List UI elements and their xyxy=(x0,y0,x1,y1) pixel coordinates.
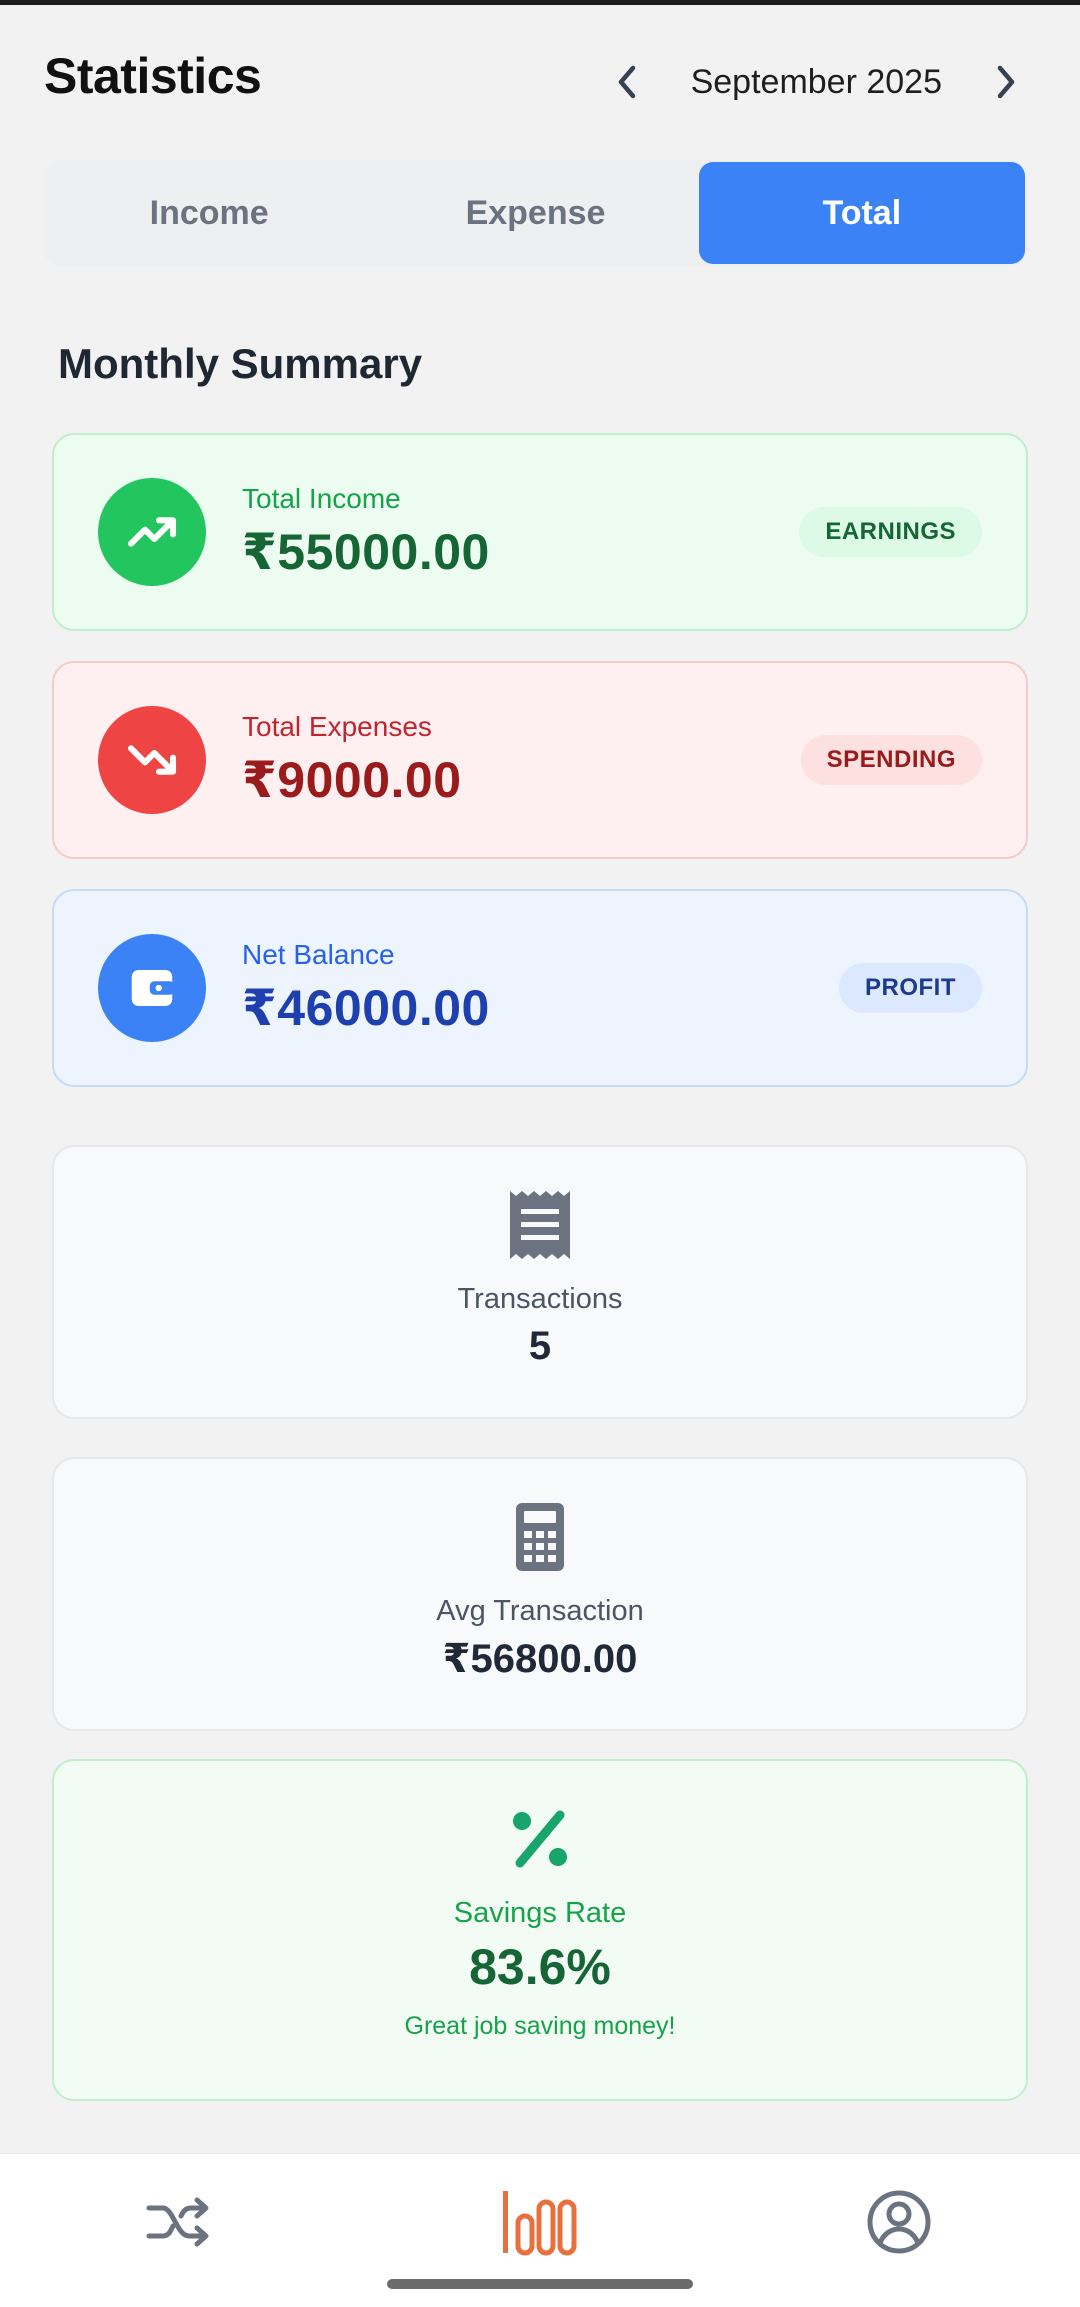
percent-icon xyxy=(513,1810,567,1868)
income-amount: ₹55000.00 xyxy=(242,524,490,580)
section-title: Monthly Summary xyxy=(58,340,423,387)
total-expenses-card: Total Expenses ₹9000.00 SPENDING xyxy=(52,661,1028,859)
balance-icon-circle xyxy=(98,934,206,1042)
income-texts: Total Income ₹55000.00 xyxy=(242,483,799,581)
prev-month-button[interactable] xyxy=(597,52,657,112)
profit-badge: PROFIT xyxy=(839,963,982,1013)
tab-total[interactable]: Total xyxy=(698,162,1025,264)
balance-texts: Net Balance ₹46000.00 xyxy=(242,939,839,1037)
savings-rate-label: Savings Rate xyxy=(453,1897,627,1929)
type-tabs: Income Expense Total xyxy=(44,160,1027,266)
home-indicator xyxy=(387,2279,693,2289)
page-title: Statistics xyxy=(44,48,262,104)
income-icon-circle xyxy=(98,478,206,586)
calculator-icon xyxy=(516,1503,564,1571)
chevron-left-icon xyxy=(618,65,635,99)
transactions-card: Transactions 5 xyxy=(52,1145,1028,1419)
avg-transaction-label: Avg Transaction xyxy=(436,1595,644,1627)
expense-icon-circle xyxy=(98,706,206,814)
nav-profile[interactable] xyxy=(844,2182,954,2262)
month-label: September 2025 xyxy=(690,62,942,101)
wallet-icon xyxy=(131,970,175,1006)
shuffle-icon xyxy=(146,2197,209,2247)
savings-note: Great job saving money! xyxy=(404,2012,676,2040)
header: Statistics September 2025 xyxy=(0,5,1080,145)
avg-transaction-value: ₹56800.00 xyxy=(442,1637,638,1681)
spending-badge: SPENDING xyxy=(800,735,982,785)
savings-rate-value: 83.6% xyxy=(469,1939,611,1995)
balance-label: Net Balance xyxy=(242,939,395,970)
expense-texts: Total Expenses ₹9000.00 xyxy=(242,711,801,809)
bar-chart-icon xyxy=(503,2191,577,2256)
receipt-icon xyxy=(510,1191,570,1259)
nav-statistics[interactable] xyxy=(484,2182,594,2262)
tab-expense[interactable]: Expense xyxy=(372,162,698,264)
trending-down-icon xyxy=(127,745,177,775)
trending-up-icon xyxy=(127,517,177,547)
icon-wrap xyxy=(508,1803,572,1875)
icon-wrap xyxy=(514,1501,566,1573)
expenses-amount: ₹9000.00 xyxy=(242,752,462,808)
balance-amount: ₹46000.00 xyxy=(242,980,490,1036)
earnings-badge: EARNINGS xyxy=(799,507,982,557)
next-month-button[interactable] xyxy=(976,52,1036,112)
chevron-right-icon xyxy=(997,65,1015,99)
month-navigator: September 2025 xyxy=(597,53,1036,111)
tab-income[interactable]: Income xyxy=(46,162,372,264)
nav-transactions[interactable] xyxy=(124,2182,234,2262)
expenses-label: Total Expenses xyxy=(242,711,432,742)
avg-transaction-card: Avg Transaction ₹56800.00 xyxy=(52,1457,1028,1731)
total-income-card: Total Income ₹55000.00 EARNINGS xyxy=(52,433,1028,631)
transactions-value: 5 xyxy=(528,1324,552,1368)
savings-rate-card: Savings Rate 83.6% Great job saving mone… xyxy=(52,1759,1028,2101)
transactions-label: Transactions xyxy=(457,1283,623,1315)
income-label: Total Income xyxy=(242,483,401,514)
icon-wrap xyxy=(508,1189,572,1261)
net-balance-card: Net Balance ₹46000.00 PROFIT xyxy=(52,889,1028,1087)
account-circle-icon xyxy=(867,2190,931,2254)
